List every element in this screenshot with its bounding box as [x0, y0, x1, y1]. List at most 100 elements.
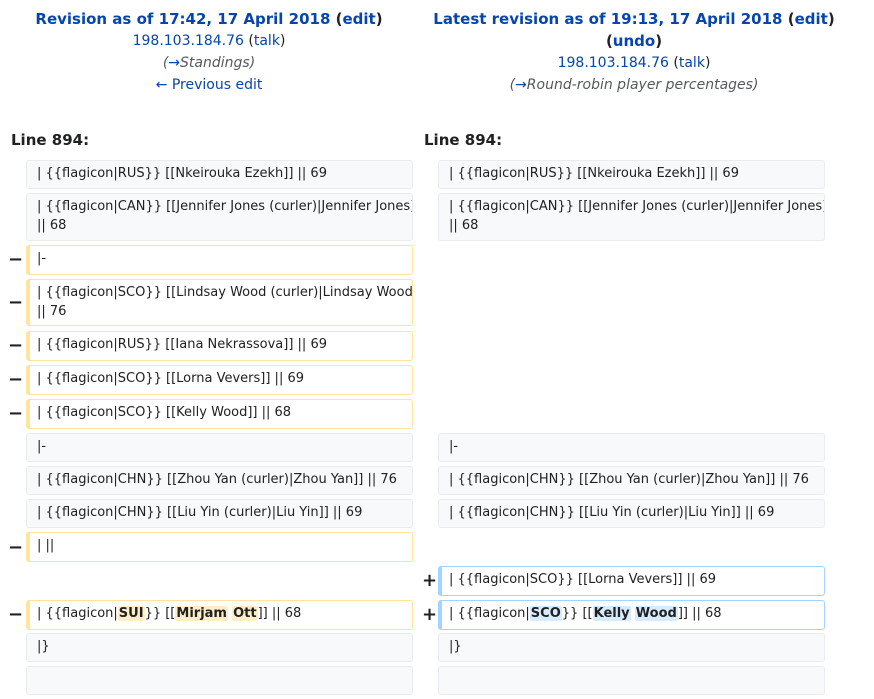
line-text: |} — [449, 639, 462, 654]
deleted-line: |- — [26, 245, 413, 275]
context-line-new: | {{flagicon|CHN}} [[Zhou Yan (curler)|Z… — [438, 466, 825, 495]
context-line-old: | {{flagicon|CHN}} [[Zhou Yan (curler)|Z… — [26, 466, 413, 495]
empty-context-line-new — [438, 666, 825, 695]
context-line-new: | {{flagicon|CHN}} [[Liu Yin (curler)|Li… — [438, 499, 825, 528]
empty-context-line-old — [26, 666, 413, 695]
plus-icon: + — [422, 604, 438, 625]
added-text: Wood — [634, 606, 678, 621]
line-text: || 68 — [449, 218, 479, 233]
old-talk-link[interactable]: talk — [254, 33, 280, 49]
new-user-link[interactable]: 198.103.184.76 — [558, 55, 669, 71]
line-text: |} — [37, 639, 50, 654]
line-text: | || — [37, 538, 55, 553]
new-revision-user: 198.103.184.76 (talk) — [424, 52, 844, 74]
new-summary-section: Round-robin player percentages — [526, 77, 753, 93]
previous-edit-row: ← Previous edit — [0, 74, 418, 96]
added-text: SCO — [529, 606, 562, 621]
line-text: ]] || 68 — [677, 606, 722, 621]
undo-row: (undo) — [424, 30, 844, 52]
line-text: |- — [449, 439, 459, 454]
context-line-new: | {{flagicon|CAN}} [[Jennifer Jones (cur… — [438, 193, 825, 241]
line-text: |- — [37, 251, 47, 266]
context-line-old: | {{flagicon|CHN}} [[Liu Yin (curler)|Li… — [26, 499, 413, 528]
new-talk-link[interactable]: talk — [679, 55, 705, 71]
line-text: | {{flagicon|CHN}} [[Zhou Yan (curler)|Z… — [449, 472, 809, 487]
line-text: | {{flagicon| — [449, 606, 530, 621]
removed-text: SUI — [117, 606, 145, 621]
line-text: | {{flagicon|CHN}} [[Zhou Yan (curler)|Z… — [37, 472, 397, 487]
old-edit-summary: (→Standings) — [0, 52, 418, 74]
section-arrow-icon[interactable]: → — [168, 55, 180, 71]
new-line-number: Line 894: — [424, 131, 503, 149]
previous-edit-link[interactable]: ← Previous edit — [156, 77, 263, 93]
line-text: }} [[ — [144, 606, 176, 621]
context-line-new: | {{flagicon|RUS}} [[Nkeirouka Ezekh]] |… — [438, 160, 825, 189]
line-text: | {{flagicon|RUS}} [[Iana Nekrassova]] |… — [37, 337, 327, 352]
minus-icon: − — [8, 537, 24, 558]
paren: ) — [752, 77, 759, 93]
line-text: | {{flagicon|SCO}} [[Lorna Vevers]] || 6… — [37, 371, 304, 386]
line-text: ]] || 68 — [257, 606, 302, 621]
minus-icon: − — [8, 335, 24, 356]
paren: ) — [655, 32, 663, 50]
old-revision-header: Revision as of 17:42, 17 April 2018 (edi… — [0, 8, 418, 96]
line-text: | {{flagicon|CHN}} [[Liu Yin (curler)|Li… — [449, 505, 775, 520]
added-text: Kelly — [592, 606, 631, 621]
paren: ) — [704, 55, 711, 71]
minus-icon: − — [8, 249, 24, 270]
line-text: | {{flagicon|CHN}} [[Liu Yin (curler)|Li… — [37, 505, 363, 520]
line-text: | {{flagicon|SCO}} [[Kelly Wood]] || 68 — [37, 405, 292, 420]
deleted-line: | || — [26, 532, 413, 562]
paren: ( — [605, 32, 613, 50]
old-summary-section: Standings — [180, 55, 250, 71]
context-line-old: |- — [26, 433, 413, 462]
section-arrow-icon[interactable]: → — [515, 77, 527, 93]
removed-text: Ott — [232, 606, 258, 621]
new-edit-summary: (→Round-robin player percentages) — [424, 74, 844, 96]
deleted-line: | {{flagicon|SCO}} [[Lindsay Wood (curle… — [26, 279, 413, 326]
removed-text: Mirjam — [175, 606, 228, 621]
new-revision-link[interactable]: Latest revision as of 19:13, 17 April 20… — [433, 10, 782, 28]
line-text: | {{flagicon|CAN}} [[Jennifer Jones (cur… — [37, 199, 413, 214]
line-text: |- — [37, 439, 47, 454]
old-revision-title: Revision as of 17:42, 17 April 2018 (edi… — [0, 8, 418, 30]
paren: ) — [827, 10, 835, 28]
changed-line-new: | {{flagicon|SCO}} [[Kelly Wood]] || 68 — [438, 600, 825, 630]
paren: ) — [279, 33, 286, 49]
line-text: | {{flagicon|RUS}} [[Nkeirouka Ezekh]] |… — [37, 166, 327, 181]
undo-link[interactable]: undo — [613, 32, 655, 50]
new-edit-link[interactable]: edit — [795, 10, 828, 28]
minus-icon: − — [8, 403, 24, 424]
line-text: || 68 — [37, 218, 67, 233]
added-line: | {{flagicon|SCO}} [[Lorna Vevers]] || 6… — [438, 566, 825, 596]
new-revision-title: Latest revision as of 19:13, 17 April 20… — [424, 8, 844, 30]
old-revision-user: 198.103.184.76 (talk) — [0, 30, 418, 52]
paren: ( — [787, 10, 795, 28]
old-edit-link[interactable]: edit — [343, 10, 376, 28]
minus-icon: − — [8, 369, 24, 390]
minus-icon: − — [8, 604, 24, 625]
context-line-old: | {{flagicon|RUS}} [[Nkeirouka Ezekh]] |… — [26, 160, 413, 189]
line-text: | {{flagicon|SCO}} [[Lorna Vevers]] || 6… — [449, 572, 716, 587]
paren: ( — [335, 10, 343, 28]
old-line-number: Line 894: — [11, 131, 90, 149]
plus-icon: + — [422, 570, 438, 591]
line-text: | {{flagicon|SCO}} [[Lindsay Wood (curle… — [37, 285, 413, 300]
context-line-old: |} — [26, 633, 413, 662]
new-revision-header: Latest revision as of 19:13, 17 April 20… — [424, 8, 844, 96]
paren: ) — [375, 10, 383, 28]
line-text: | {{flagicon| — [37, 606, 118, 621]
old-user-link[interactable]: 198.103.184.76 — [133, 33, 244, 49]
context-line-new: |- — [438, 433, 825, 462]
old-revision-link[interactable]: Revision as of 17:42, 17 April 2018 — [35, 10, 330, 28]
deleted-line: | {{flagicon|RUS}} [[Iana Nekrassova]] |… — [26, 331, 413, 361]
line-text: || 76 — [37, 304, 67, 319]
context-line-new: |} — [438, 633, 825, 662]
line-text: }} [[ — [561, 606, 593, 621]
line-text: | {{flagicon|CAN}} [[Jennifer Jones (cur… — [449, 199, 825, 214]
context-line-old: | {{flagicon|CAN}} [[Jennifer Jones (cur… — [26, 193, 413, 241]
deleted-line: | {{flagicon|SCO}} [[Lorna Vevers]] || 6… — [26, 365, 413, 395]
minus-icon: − — [8, 292, 24, 313]
line-text: | {{flagicon|RUS}} [[Nkeirouka Ezekh]] |… — [449, 166, 739, 181]
deleted-line: | {{flagicon|SCO}} [[Kelly Wood]] || 68 — [26, 399, 413, 429]
